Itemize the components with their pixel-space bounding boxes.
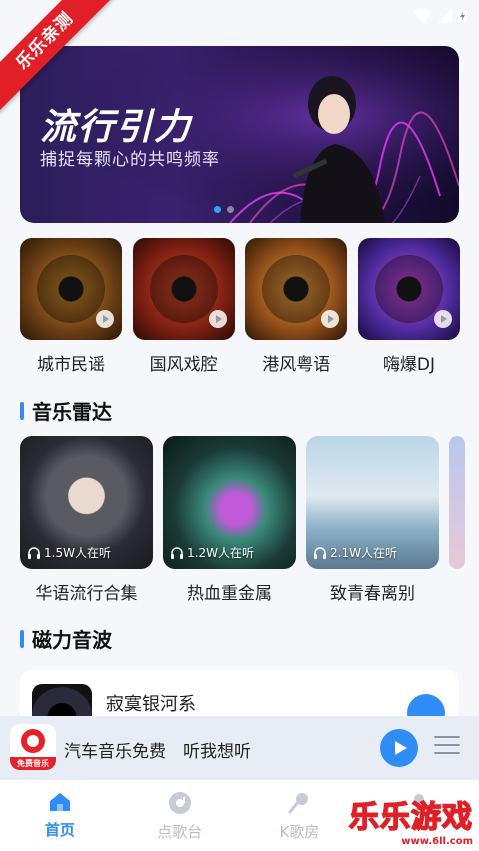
play-icon xyxy=(433,310,452,328)
wifi-icon xyxy=(414,8,432,23)
playlist-card[interactable]: 1.2W人在听 热血重金属 xyxy=(163,436,296,606)
section-accent-bar xyxy=(20,401,24,420)
pagination-dot xyxy=(227,206,234,213)
category-label: 港风粤语 xyxy=(262,355,331,375)
corner-ribbon: 乐乐亲测 xyxy=(0,0,120,120)
menu-line xyxy=(434,752,460,754)
listener-count-text: 2.1W人在听 xyxy=(330,546,397,560)
playlist-card[interactable]: 1.5W人在听 华语流行合集 xyxy=(20,436,153,606)
disc-icon xyxy=(168,792,191,814)
app-logo: 免费音乐 xyxy=(10,724,56,770)
section-accent-bar xyxy=(20,629,24,648)
tab-label: K歌房 xyxy=(279,823,320,841)
playlist-carousel[interactable]: 1.5W人在听 华语流行合集 1.2W人在听 热血重金属 2.1W人在听 致青春… xyxy=(20,436,479,606)
listener-count: 2.1W人在听 xyxy=(314,544,397,561)
ribbon-text: 乐乐亲测 xyxy=(0,0,118,114)
play-icon xyxy=(96,310,114,328)
vinyl-disc-icon xyxy=(149,255,218,323)
playlist-cover: 2.1W人在听 xyxy=(306,436,439,569)
headphones-icon xyxy=(28,546,40,559)
tab-label: 点歌台 xyxy=(157,823,203,841)
vinyl-disc-icon xyxy=(262,255,331,323)
playlist-menu-button[interactable] xyxy=(434,736,460,754)
playlist-card-partial[interactable] xyxy=(449,436,465,606)
vinyl-disc-icon xyxy=(374,255,443,323)
play-icon xyxy=(395,741,407,755)
listener-count-text: 1.2W人在听 xyxy=(187,546,254,560)
play-icon xyxy=(208,310,227,328)
playlist-name: 热血重金属 xyxy=(187,584,272,604)
now-playing-text: 汽车音乐免费 听我想听 xyxy=(64,742,251,762)
menu-line xyxy=(434,744,460,746)
section-title: 音乐雷达 xyxy=(32,400,112,424)
play-button[interactable] xyxy=(380,729,418,767)
tab-label: 首页 xyxy=(44,821,75,839)
banner-pagination xyxy=(214,206,234,213)
playlist-name: 华语流行合集 xyxy=(35,584,138,604)
app-logo-caption: 免费音乐 xyxy=(10,757,56,770)
category-opera[interactable]: 国风戏腔 xyxy=(132,238,235,375)
banner-subtitle: 捕捉每颗心的共鸣频率 xyxy=(40,150,220,170)
listener-count: 1.2W人在听 xyxy=(171,544,254,561)
listener-count: 1.5W人在听 xyxy=(28,544,111,561)
section-header-magnetic: 磁力音波 xyxy=(20,624,112,653)
signal-icon xyxy=(438,8,452,23)
section-title: 磁力音波 xyxy=(32,628,112,652)
menu-line xyxy=(434,736,460,738)
category-label: 嗨爆DJ xyxy=(382,355,436,375)
battery-icon xyxy=(458,8,467,23)
playlist-name: 致青春离别 xyxy=(330,584,415,604)
playlist-cover: 1.2W人在听 xyxy=(163,436,296,569)
category-thumbnail xyxy=(357,238,460,340)
category-label: 城市民谣 xyxy=(37,355,105,375)
section-header-radar: 音乐雷达 xyxy=(20,396,112,425)
category-thumbnail xyxy=(245,238,348,340)
category-dj[interactable]: 嗨爆DJ xyxy=(357,238,460,375)
category-thumbnail xyxy=(20,238,122,340)
category-folk[interactable]: 城市民谣 xyxy=(20,238,122,375)
playlist-cover: 1.5W人在听 xyxy=(20,436,153,569)
category-thumbnail xyxy=(132,238,235,340)
watermark-url: www.6ll.com xyxy=(401,836,473,847)
home-icon xyxy=(49,793,70,811)
song-title: 寂寞银河系 xyxy=(106,694,196,715)
category-cantonese[interactable]: 港风粤语 xyxy=(245,238,348,375)
headphones-icon xyxy=(171,546,183,559)
category-label: 国风戏腔 xyxy=(149,355,218,375)
tab-song-request[interactable]: 点歌台 xyxy=(120,780,240,851)
playlist-card[interactable]: 2.1W人在听 致青春离别 xyxy=(306,436,439,606)
playlist-cover xyxy=(449,436,465,569)
listener-count-text: 1.5W人在听 xyxy=(44,546,111,560)
tab-karaoke[interactable]: K歌房 xyxy=(240,780,360,851)
music-disc-icon xyxy=(21,729,45,753)
vinyl-disc-icon xyxy=(37,255,105,323)
microphone-icon xyxy=(288,793,309,814)
headphones-icon xyxy=(314,546,326,559)
pagination-dot-active xyxy=(214,206,221,213)
mini-player[interactable]: 免费音乐 汽车音乐免费 听我想听 xyxy=(0,716,479,780)
category-row: 城市民谣 国风戏腔 港风粤语 嗨爆DJ xyxy=(20,238,460,375)
play-icon xyxy=(321,310,340,328)
site-watermark: 乐乐游戏 www.6ll.com xyxy=(348,792,473,847)
tab-home[interactable]: 首页 xyxy=(0,780,120,851)
watermark-brand: 乐乐游戏 xyxy=(348,799,473,836)
